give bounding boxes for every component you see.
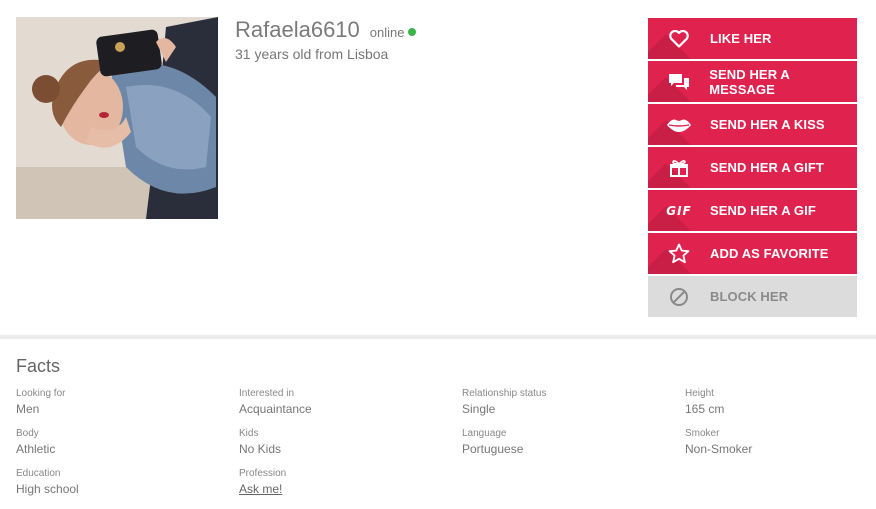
profile-photo-image [16, 17, 218, 219]
star-icon [648, 243, 710, 264]
send-message-label: SEND HER A MESSAGE [709, 66, 790, 97]
send-gif-button[interactable]: GIF SEND HER A GIF [648, 190, 857, 231]
fact-key: Body [16, 428, 39, 439]
age-location: 31 years old from Lisboa [235, 46, 389, 62]
profile-info: Rafaela6610 online 31 years old from Lis… [235, 17, 417, 62]
section-divider [0, 335, 876, 339]
chat-icon [648, 73, 709, 91]
fact-body: Body Athletic [16, 428, 239, 456]
facts-section: Facts Looking for Men Interested in Acqu… [16, 356, 876, 496]
fact-value: Men [16, 402, 40, 416]
action-menu: LIKE HER SEND HER A MESSAGE SEND HER A K… [648, 18, 857, 319]
fact-value: Non-Smoker [685, 442, 753, 456]
fact-value: No Kids [239, 442, 282, 456]
send-gift-label: SEND HER A GIFT [710, 160, 824, 175]
send-gif-label: SEND HER A GIF [710, 203, 816, 218]
fact-value: Portuguese [462, 442, 524, 456]
username-row: Rafaela6610 online [235, 17, 417, 43]
block-button-label: BLOCK HER [710, 289, 789, 304]
fact-education: Education High school [16, 468, 239, 496]
fact-key: Kids [239, 428, 259, 439]
fact-key: Smoker [685, 428, 720, 439]
fact-kids: Kids No Kids [239, 428, 462, 456]
fact-key: Language [462, 428, 507, 439]
fact-key: Education [16, 468, 61, 479]
fact-height: Height 165 cm [685, 388, 865, 416]
profession-ask-link[interactable]: Ask me! [239, 482, 462, 496]
send-kiss-label: SEND HER A KISS [710, 117, 825, 132]
like-button-label: LIKE HER [710, 31, 772, 46]
fact-value: High school [16, 482, 79, 496]
send-kiss-button[interactable]: SEND HER A KISS [648, 104, 857, 145]
facts-grid: Looking for Men Interested in Acquaintan… [16, 388, 876, 496]
fact-profession: Profession Ask me! [239, 468, 462, 496]
block-icon [648, 287, 710, 307]
send-message-button[interactable]: SEND HER A MESSAGE [648, 61, 857, 102]
gif-icon-text: GIF [666, 203, 692, 218]
fact-smoker: Smoker Non-Smoker [685, 428, 865, 456]
fact-key: Interested in [239, 388, 295, 399]
online-indicator-icon [408, 28, 417, 36]
fact-value: Acquaintance [239, 402, 312, 416]
fact-value: Single [462, 402, 496, 416]
send-gift-button[interactable]: SEND HER A GIFT [648, 147, 857, 188]
block-button[interactable]: BLOCK HER [648, 276, 857, 317]
fact-value: Athletic [16, 442, 56, 456]
gift-icon [648, 159, 710, 177]
like-button[interactable]: LIKE HER [648, 18, 857, 59]
add-favorite-label: ADD AS FAVORITE [710, 246, 829, 261]
heart-icon [648, 29, 710, 48]
online-status: online [369, 25, 405, 40]
fact-language: Language Portuguese [462, 428, 685, 456]
fact-key: Looking for [16, 388, 66, 399]
profile-photo[interactable] [16, 17, 218, 219]
facts-title: Facts [16, 356, 61, 376]
gif-icon: GIF [648, 204, 710, 218]
username: Rafaela6610 [235, 17, 360, 42]
lips-icon [648, 118, 710, 132]
add-favorite-button[interactable]: ADD AS FAVORITE [648, 233, 857, 274]
fact-looking-for: Looking for Men [16, 388, 239, 416]
fact-key: Relationship status [462, 388, 547, 399]
fact-interested-in: Interested in Acquaintance [239, 388, 462, 416]
fact-value: 165 cm [685, 402, 725, 416]
fact-key: Profession [239, 468, 287, 479]
fact-key: Height [685, 388, 714, 399]
profile-header: Rafaela6610 online 31 years old from Lis… [0, 0, 876, 335]
fact-relationship-status: Relationship status Single [462, 388, 685, 416]
